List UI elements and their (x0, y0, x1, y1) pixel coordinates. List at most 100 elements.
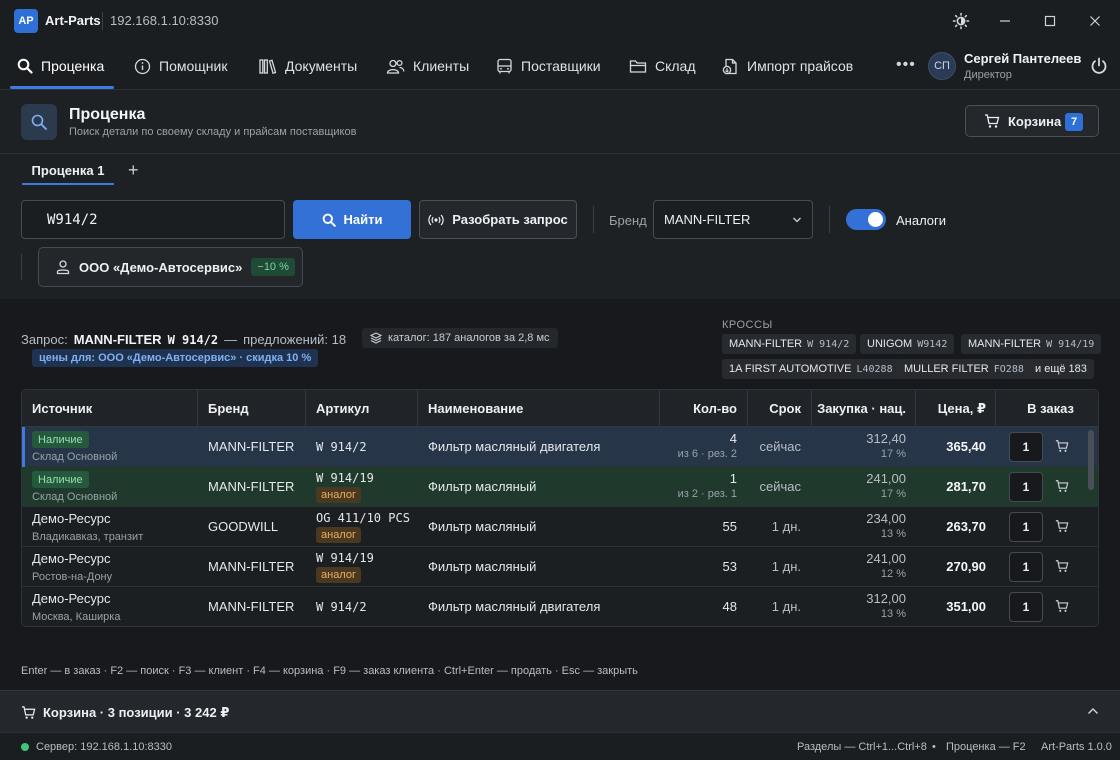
app-version: Art-Parts 1.0.0 (1041, 741, 1112, 753)
article-cell: W 914/19 (316, 551, 374, 565)
cross-chip[interactable]: MULLER FILTER FO288 (897, 359, 1031, 379)
nav-item-pricing[interactable]: Проценка (17, 42, 104, 90)
find-button[interactable]: Найти (293, 200, 411, 239)
close-icon[interactable] (1085, 11, 1105, 31)
add-to-cart-icon[interactable] (1055, 439, 1069, 453)
column-header[interactable]: Наименование (428, 401, 523, 416)
purchase-price: 312,00 (866, 591, 906, 606)
order-qty-input[interactable]: 1 (1009, 432, 1043, 462)
cross-brand: MULLER FILTER (904, 363, 989, 375)
source-name: Демо-Ресурс (32, 591, 111, 606)
client-select-button[interactable]: ООО «Демо-Автосервис» −10 % (38, 247, 303, 287)
order-qty-input[interactable]: 1 (1009, 552, 1043, 582)
column-header[interactable]: Артикул (316, 401, 369, 416)
avatar[interactable]: СП (928, 52, 956, 80)
analogs-toggle[interactable] (846, 209, 886, 230)
request-prefix: Запрос: (21, 332, 68, 347)
cross-brand: MANN-FILTER (968, 338, 1042, 350)
nav-item-clients[interactable]: Клиенты (386, 42, 469, 90)
price-cell: 365,40 (946, 439, 986, 454)
cross-chip[interactable]: MANN-FILTER W 914/2 (722, 334, 857, 354)
cross-article: W 914/19 (1046, 338, 1095, 350)
cart-button[interactable]: Корзина 7 (965, 105, 1099, 137)
nav-item-suppliers[interactable]: Поставщики (496, 42, 601, 90)
order-qty-input[interactable]: 1 (1009, 472, 1043, 502)
order-qty-input[interactable]: 1 (1009, 512, 1043, 542)
qty-detail: из 6 · рез. 2 (677, 448, 737, 460)
more-menu-button[interactable]: ••• (896, 56, 916, 74)
cross-article: FO288 (993, 363, 1024, 375)
cart-icon (984, 113, 1000, 129)
table-scrollbar[interactable] (1088, 430, 1094, 490)
term-cell: 1 дн. (771, 519, 801, 534)
search-input[interactable]: W914/2 (21, 200, 285, 239)
cross-article: L40288 (856, 363, 893, 375)
app-logo: AP (14, 9, 38, 33)
table-row[interactable]: Демо-Ресурс Владикавказ, транзит GOODWILL O… (22, 507, 1098, 547)
table-row[interactable]: Демо-Ресурс Ростов-на-Дону MANN-FILTER W 91… (22, 547, 1098, 587)
tab-pricing-1[interactable]: Проценка 1 (22, 154, 114, 186)
column-header[interactable]: Источник (32, 401, 92, 416)
brand-cell: MANN-FILTER (208, 479, 295, 494)
column-header[interactable]: В заказ (1027, 401, 1074, 416)
add-to-cart-icon[interactable] (1055, 599, 1069, 613)
column-header[interactable]: Кол-во (693, 401, 737, 416)
cross-chip[interactable]: 1A FIRST AUTOMOTIVE L40288 (722, 359, 900, 379)
offers-table: Источник Бренд Артикул Наименование Кол-… (21, 389, 1099, 627)
source-location: Склад Основной (32, 451, 118, 463)
column-header[interactable]: Бренд (208, 401, 249, 416)
parse-button-label: Разобрать запрос (452, 212, 568, 227)
brand-select[interactable]: MANN-FILTER (653, 200, 813, 239)
power-icon[interactable] (1089, 56, 1109, 76)
more-crosses-chip[interactable]: и ещё 183 (1028, 359, 1094, 379)
title-bar: AP Art-Parts 192.168.1.10:8330 (0, 0, 1120, 42)
crosses-title: КРОССЫ (722, 319, 773, 331)
purchase-price: 241,00 (866, 471, 906, 486)
source-name: Демо-Ресурс (32, 511, 111, 526)
column-header[interactable]: Цена, ₽ (938, 401, 986, 417)
article-cell: W 914/19 (316, 471, 374, 485)
request-dash: — (224, 332, 238, 347)
markup-percent: 13 % (880, 608, 906, 620)
page-title: Проценка (69, 106, 146, 123)
chevron-up-icon[interactable] (1087, 706, 1099, 716)
find-button-label: Найти (343, 212, 383, 227)
table-row[interactable]: Наличие Склад Основной MANN-FILTER W 914/2 Ф… (22, 427, 1098, 467)
nav-item-label: Проценка (41, 58, 105, 74)
order-qty-input[interactable]: 1 (1009, 592, 1043, 622)
nav-item-warehouse[interactable]: Склад (629, 42, 696, 90)
cross-chip[interactable]: MANN-FILTER W 914/19 (961, 334, 1102, 354)
cross-chip[interactable]: UNIGOM W9142 (860, 334, 955, 354)
maximize-icon[interactable] (1040, 11, 1060, 31)
table-row[interactable]: Наличие Склад Основной MANN-FILTER W 914/19… (22, 467, 1098, 507)
minimize-icon[interactable] (995, 11, 1015, 31)
connection-status-dot (21, 743, 29, 751)
theme-toggle-icon[interactable] (951, 11, 971, 31)
nav-item-assistant[interactable]: Помощник (134, 42, 227, 90)
purchase-price: 241,00 (866, 551, 906, 566)
cart-panel-title: Корзина · 3 позиции · 3 242 ₽ (43, 705, 230, 720)
stock-badge: Наличие (32, 471, 89, 488)
add-tab-button[interactable]: + (128, 160, 139, 181)
qty-cell: 53 (722, 559, 737, 574)
cart-count-badge: 7 (1065, 113, 1083, 131)
add-to-cart-icon[interactable] (1055, 519, 1069, 533)
page-header: Проценка Поиск детали по своему складу и… (0, 90, 1120, 154)
source-location: Склад Основной (32, 491, 118, 503)
nav-item-price-import[interactable]: Импорт прайсов (722, 42, 853, 90)
main-nav: Проценка Помощник Документы Клиенты Пост… (0, 42, 1120, 90)
column-divider (417, 390, 418, 427)
table-row[interactable]: Демо-Ресурс Москва, Каширка MANN-FILTER W 9… (22, 587, 1098, 626)
column-divider (197, 390, 198, 427)
column-header[interactable]: Закупка · нац. (817, 401, 906, 416)
cart-panel[interactable]: Корзина · 3 позиции · 3 242 ₽ (0, 690, 1120, 732)
add-to-cart-icon[interactable] (1055, 479, 1069, 493)
status-bullet: • (932, 741, 936, 753)
request-article: W 914/2 (167, 332, 219, 347)
add-to-cart-icon[interactable] (1055, 559, 1069, 573)
nav-item-documents[interactable]: Документы (259, 42, 357, 90)
parse-request-button[interactable]: Разобрать запрос (419, 200, 577, 239)
user-name: Сергей Пантелеев (964, 51, 1082, 66)
column-header[interactable]: Срок (769, 401, 801, 416)
article-cell: OG 411/10 PCS (316, 511, 410, 525)
